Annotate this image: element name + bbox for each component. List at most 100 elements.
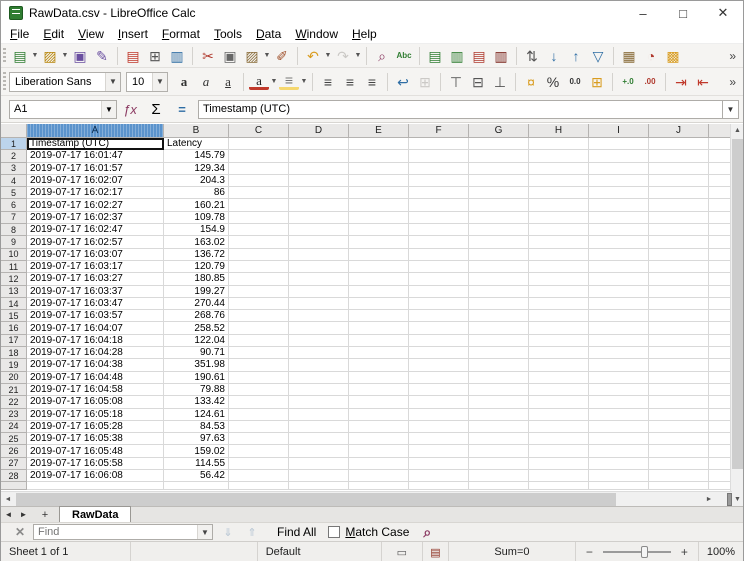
menu-data[interactable]: Data <box>249 26 288 42</box>
cell-A26[interactable]: 2019-07-17 16:05:48 <box>27 445 164 457</box>
cell-J17[interactable] <box>649 335 709 347</box>
cell-I10[interactable] <box>589 249 649 261</box>
find-input[interactable] <box>34 526 197 538</box>
row-header-1[interactable]: 1 <box>1 138 27 150</box>
cell-E9[interactable] <box>349 236 409 248</box>
cell-G25[interactable] <box>469 433 529 445</box>
column-header-C[interactable]: C <box>229 124 289 138</box>
cell-partial-3[interactable] <box>709 163 732 175</box>
cell-D13[interactable] <box>289 286 349 298</box>
new-document-dropdown-icon[interactable]: ▼ <box>31 52 39 59</box>
previous-sheet-icon[interactable]: ◄ <box>1 507 16 522</box>
save-icon[interactable]: ▣ <box>70 46 90 66</box>
clone-formatting-icon[interactable]: ✐ <box>272 46 292 66</box>
cell-F3[interactable] <box>409 163 469 175</box>
cell-F27[interactable] <box>409 458 469 470</box>
column-header-G[interactable]: G <box>469 124 529 138</box>
cell-D7[interactable] <box>289 212 349 224</box>
cell-H18[interactable] <box>529 347 589 359</box>
cell-partial-6[interactable] <box>709 199 732 211</box>
cell-B28[interactable]: 56.42 <box>164 470 229 482</box>
cell-J28[interactable] <box>649 470 709 482</box>
delete-decimal-icon[interactable]: .00 <box>640 72 660 92</box>
chevron-down-icon[interactable]: ▼ <box>152 73 167 91</box>
cell-C26[interactable] <box>229 445 289 457</box>
cell-H25[interactable] <box>529 433 589 445</box>
cell-F4[interactable] <box>409 175 469 187</box>
cell-partial[interactable] <box>649 482 709 490</box>
cell-A8[interactable]: 2019-07-17 16:02:47 <box>27 224 164 236</box>
cell-J16[interactable] <box>649 322 709 334</box>
cell-C12[interactable] <box>229 273 289 285</box>
cell-C13[interactable] <box>229 286 289 298</box>
font-name-combobox[interactable]: Liberation Sans ▼ <box>9 72 121 92</box>
cell-B20[interactable]: 190.61 <box>164 372 229 384</box>
cell-F24[interactable] <box>409 421 469 433</box>
cell-B12[interactable]: 180.85 <box>164 273 229 285</box>
horizontal-scrollbar-thumb[interactable] <box>16 493 616 506</box>
column-header-E[interactable]: E <box>349 124 409 138</box>
cell-B27[interactable]: 114.55 <box>164 458 229 470</box>
toolbar-overflow-button[interactable]: » <box>726 49 739 63</box>
cell-G14[interactable] <box>469 298 529 310</box>
cell-J25[interactable] <box>649 433 709 445</box>
column-header-I[interactable]: I <box>589 124 649 138</box>
cell-partial-5[interactable] <box>709 187 732 199</box>
cell-partial-20[interactable] <box>709 372 732 384</box>
menu-view[interactable]: View <box>71 26 111 42</box>
cell-partial[interactable] <box>229 482 289 490</box>
cell-D17[interactable] <box>289 335 349 347</box>
cell-D21[interactable] <box>289 384 349 396</box>
cell-B13[interactable]: 199.27 <box>164 286 229 298</box>
row-header-8[interactable]: 8 <box>1 224 27 236</box>
row-header-18[interactable]: 18 <box>1 347 27 359</box>
cell-G9[interactable] <box>469 236 529 248</box>
cut-icon[interactable]: ✂ <box>198 46 218 66</box>
cell-D14[interactable] <box>289 298 349 310</box>
cell-partial[interactable] <box>409 482 469 490</box>
cell-A4[interactable]: 2019-07-17 16:02:07 <box>27 175 164 187</box>
menu-file[interactable]: File <box>3 26 36 42</box>
cell-partial[interactable] <box>164 482 229 490</box>
cell-B4[interactable]: 204.3 <box>164 175 229 187</box>
cell-A3[interactable]: 2019-07-17 16:01:57 <box>27 163 164 175</box>
cell-A6[interactable]: 2019-07-17 16:02:27 <box>27 199 164 211</box>
cell-C27[interactable] <box>229 458 289 470</box>
cell-A17[interactable]: 2019-07-17 16:04:18 <box>27 335 164 347</box>
sort-icon[interactable]: ⇅ <box>522 46 542 66</box>
cell-C23[interactable] <box>229 409 289 421</box>
cell-G3[interactable] <box>469 163 529 175</box>
cell-D20[interactable] <box>289 372 349 384</box>
cell-H21[interactable] <box>529 384 589 396</box>
cell-G1[interactable] <box>469 138 529 150</box>
cell-B8[interactable]: 154.9 <box>164 224 229 236</box>
cell-partial[interactable] <box>709 482 732 490</box>
cell-A7[interactable]: 2019-07-17 16:02:37 <box>27 212 164 224</box>
select-all-corner[interactable] <box>1 124 27 138</box>
cell-I11[interactable] <box>589 261 649 273</box>
row-header-partial[interactable] <box>1 482 27 490</box>
cell-C10[interactable] <box>229 249 289 261</box>
function-wizard-button[interactable]: ƒx <box>118 99 142 119</box>
scroll-left-icon[interactable]: ◄ <box>1 492 15 507</box>
cell-G17[interactable] <box>469 335 529 347</box>
cell-partial-26[interactable] <box>709 445 732 457</box>
cell-E16[interactable] <box>349 322 409 334</box>
cell-H3[interactable] <box>529 163 589 175</box>
cell-A13[interactable]: 2019-07-17 16:03:37 <box>27 286 164 298</box>
cell-H12[interactable] <box>529 273 589 285</box>
merge-cells-icon[interactable]: ⊞ <box>415 72 435 92</box>
cell-A10[interactable]: 2019-07-17 16:03:07 <box>27 249 164 261</box>
cell-J13[interactable] <box>649 286 709 298</box>
cell-partial-8[interactable] <box>709 224 732 236</box>
menu-insert[interactable]: Insert <box>111 26 155 42</box>
cell-C15[interactable] <box>229 310 289 322</box>
cell-B1[interactable]: Latency <box>164 138 229 150</box>
sort-ascending-icon[interactable]: ↓ <box>544 46 564 66</box>
cell-F26[interactable] <box>409 445 469 457</box>
cell-D6[interactable] <box>289 199 349 211</box>
cell-D19[interactable] <box>289 359 349 371</box>
cell-partial-23[interactable] <box>709 409 732 421</box>
cell-J26[interactable] <box>649 445 709 457</box>
cell-C24[interactable] <box>229 421 289 433</box>
